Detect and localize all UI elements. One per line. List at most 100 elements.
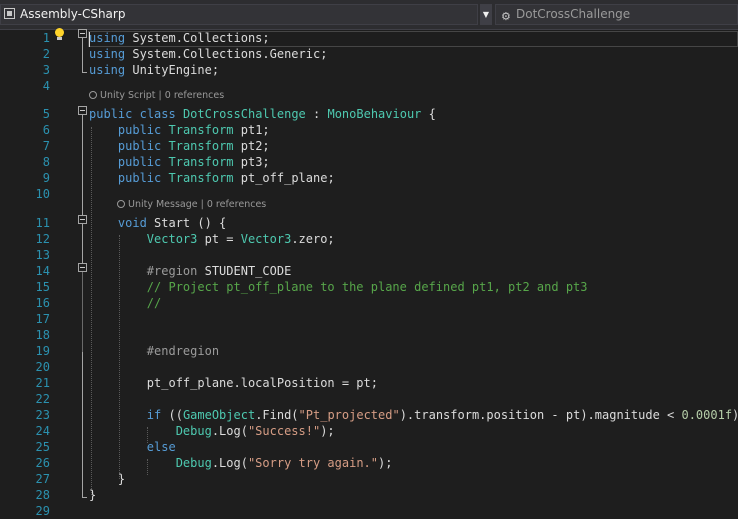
code-line[interactable]: using UnityEngine; xyxy=(89,62,219,78)
code-token: ).transform.position - pt).magnitude < xyxy=(399,408,682,422)
code-token: public xyxy=(117,155,162,169)
code-token: Debug xyxy=(175,424,212,438)
code-token: public xyxy=(117,123,162,137)
line-number: 9 xyxy=(42,171,50,185)
code-token: ) xyxy=(732,408,738,422)
code-line[interactable]: pt_off_plane.localPosition = pt; xyxy=(89,375,378,391)
code-line[interactable]: } xyxy=(89,487,96,503)
code-line[interactable]: else xyxy=(89,439,176,455)
codelens-class[interactable]: Unity Script | 0 references xyxy=(89,90,224,102)
line-number: 12 xyxy=(35,232,50,246)
code-token: Transform xyxy=(168,123,234,137)
code-token: .Log( xyxy=(211,424,248,438)
chevron-down-icon[interactable]: ▼ xyxy=(480,4,492,25)
code-token: : xyxy=(305,107,328,121)
code-token: // xyxy=(146,296,162,310)
codelens-method[interactable]: Unity Message | 0 references xyxy=(117,199,266,211)
code-token: // Project pt_off_plane to the plane def… xyxy=(146,280,588,294)
line-number: 16 xyxy=(35,296,50,310)
line-number: 7 xyxy=(42,139,50,153)
line-number: 25 xyxy=(35,440,50,454)
code-token: "Sorry try again." xyxy=(247,456,378,470)
code-token: "Success!" xyxy=(247,424,321,438)
code-token: STUDENT_CODE xyxy=(197,264,292,278)
code-token: Debug xyxy=(175,456,212,470)
line-number: 24 xyxy=(35,424,50,438)
code-line[interactable]: void Start () { xyxy=(89,215,226,231)
code-line[interactable]: } xyxy=(89,471,125,487)
code-line[interactable]: Debug.Log("Success!"); xyxy=(89,423,335,439)
lightbulb-icon[interactable] xyxy=(54,28,65,41)
code-line[interactable]: // xyxy=(89,295,161,311)
collapse-icon[interactable] xyxy=(78,29,87,38)
code-token: .Log( xyxy=(211,456,248,470)
code-token: public xyxy=(89,107,133,121)
code-token: Vector3 xyxy=(240,232,292,246)
code-line[interactable]: public Transform pt1; xyxy=(89,122,270,138)
member-dropdown[interactable]: ⚙ DotCrossChallenge xyxy=(495,4,738,25)
fold-end xyxy=(82,497,87,498)
code-line[interactable]: #region STUDENT_CODE xyxy=(89,263,292,279)
code-token: (( xyxy=(161,408,183,422)
code-line[interactable]: public Transform pt3; xyxy=(89,154,270,170)
code-token: if xyxy=(146,408,162,422)
line-number: 19 xyxy=(35,344,50,358)
code-token: ); xyxy=(378,456,393,470)
code-token: Transform xyxy=(168,155,234,169)
collapse-icon[interactable] xyxy=(78,106,87,115)
line-number: 17 xyxy=(35,312,50,326)
line-number: 14 xyxy=(35,264,50,278)
line-number: 18 xyxy=(35,328,50,342)
code-line[interactable]: Debug.Log("Sorry try again."); xyxy=(89,455,393,471)
code-line[interactable]: public class DotCrossChallenge : MonoBeh… xyxy=(89,106,436,122)
line-number: 21 xyxy=(35,376,50,390)
code-token: #region xyxy=(146,264,198,278)
code-token: pt2; xyxy=(233,139,270,153)
code-editor[interactable]: Unity Script | 0 references Unity Messag… xyxy=(0,28,738,518)
line-number: 23 xyxy=(35,408,50,422)
line-number: 15 xyxy=(35,280,50,294)
code-line[interactable]: using System.Collections.Generic; xyxy=(89,46,327,62)
line-number: 6 xyxy=(42,123,50,137)
code-token: pt_off_plane; xyxy=(233,171,335,185)
code-token: class xyxy=(139,107,176,121)
fold-line xyxy=(82,272,83,352)
project-dropdown[interactable]: Assembly-CSharp xyxy=(0,4,478,25)
line-number: 5 xyxy=(42,107,50,121)
line-number: 22 xyxy=(35,392,50,406)
code-line[interactable]: if ((GameObject.Find("Pt_projected").tra… xyxy=(89,407,738,423)
code-token: using xyxy=(89,31,126,45)
collapse-icon[interactable] xyxy=(78,215,87,224)
code-line[interactable]: #endregion xyxy=(89,343,219,359)
member-dropdown-label: DotCrossChallenge xyxy=(516,7,631,21)
code-token: "Pt_projected" xyxy=(298,408,400,422)
line-number: 20 xyxy=(35,360,50,374)
code-line[interactable]: public Transform pt_off_plane; xyxy=(89,170,335,186)
line-number: 10 xyxy=(35,187,50,201)
code-line[interactable]: // Project pt_off_plane to the plane def… xyxy=(89,279,588,295)
code-token: pt = xyxy=(197,232,241,246)
code-token: Start () { xyxy=(146,216,227,230)
code-line[interactable]: Vector3 pt = Vector3.zero; xyxy=(89,231,335,247)
code-token: void xyxy=(117,216,147,230)
line-number: 2 xyxy=(42,47,50,61)
code-token: System.Collections; xyxy=(125,31,270,45)
code-token: 0.0001f xyxy=(681,408,733,422)
code-token: pt1; xyxy=(233,123,270,137)
line-number: 27 xyxy=(35,472,50,486)
code-line[interactable]: public Transform pt2; xyxy=(89,138,270,154)
code-token: else xyxy=(146,440,176,454)
code-line[interactable]: using System.Collections; xyxy=(89,30,270,46)
collapse-icon[interactable] xyxy=(78,263,87,272)
class-icon: ⚙ xyxy=(501,10,511,23)
line-number: 13 xyxy=(35,248,50,262)
